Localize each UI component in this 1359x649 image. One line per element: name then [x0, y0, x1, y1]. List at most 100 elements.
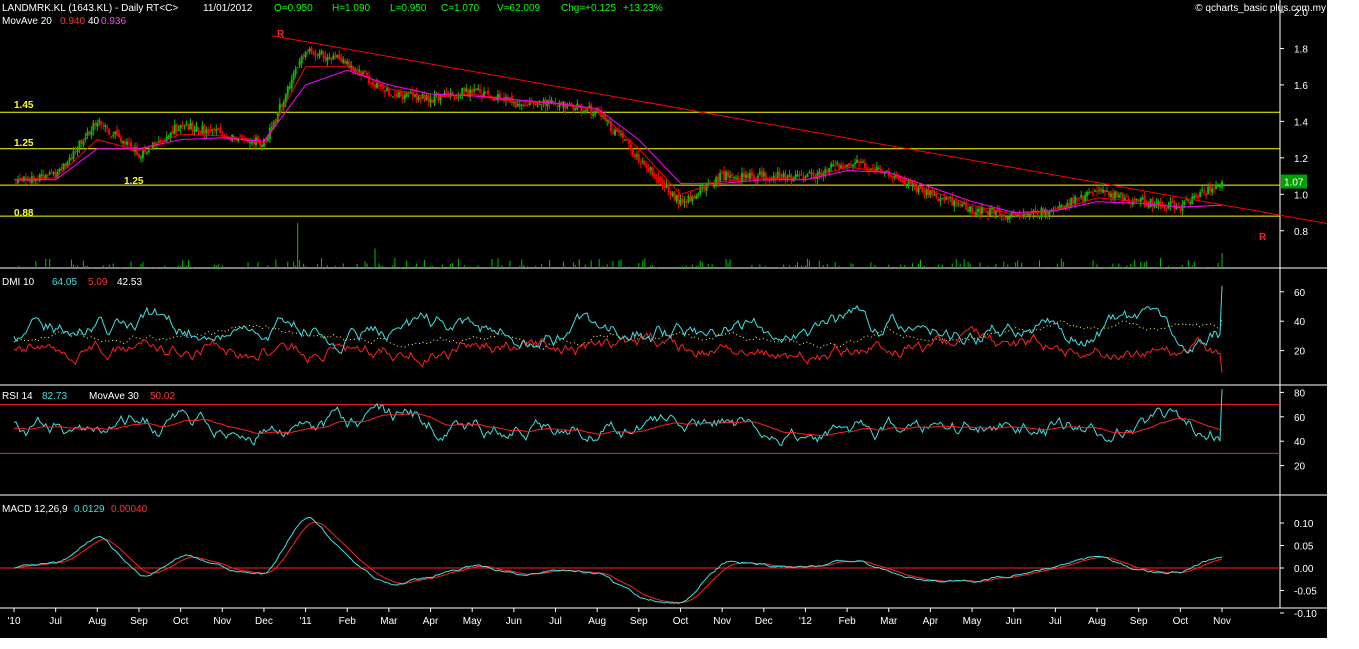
candle-body — [830, 163, 833, 168]
candle-body — [633, 154, 636, 158]
candle-body — [574, 107, 577, 110]
candle-body — [742, 173, 745, 178]
candle-body — [1026, 214, 1029, 216]
x-tick-label: Jul — [49, 616, 62, 627]
candle-body — [514, 101, 517, 108]
ma20-value: 0.940 — [60, 16, 85, 27]
candle-body — [141, 150, 144, 158]
candle-body — [556, 105, 559, 107]
candle-body — [1191, 196, 1194, 204]
candle-body — [139, 156, 142, 159]
candle-body — [1094, 190, 1097, 192]
candle-body — [243, 138, 246, 140]
x-tick-label: '11 — [299, 616, 312, 627]
candle-body — [619, 133, 622, 135]
candle-body — [1080, 195, 1083, 198]
candle-body — [100, 121, 103, 126]
candle-body — [213, 128, 216, 130]
candle-body — [1038, 215, 1041, 217]
header-field: V=62,009 — [497, 3, 541, 14]
candle-body — [169, 132, 172, 138]
candle-body — [92, 123, 95, 131]
candle-body — [657, 176, 660, 181]
dmi-label: DMI 10 — [2, 277, 35, 288]
candle-body — [1044, 209, 1047, 215]
x-tick-label: Nov — [213, 616, 231, 627]
candle-body — [1082, 196, 1085, 202]
candle-body — [496, 94, 499, 101]
candle-body — [1058, 205, 1061, 209]
candle-body — [86, 131, 89, 136]
candle-body — [314, 54, 317, 56]
candle-body — [465, 88, 468, 92]
y-tick-label: 1.8 — [1294, 44, 1308, 55]
candle-body — [358, 69, 361, 72]
candle-body — [288, 86, 291, 89]
candle-body — [120, 137, 123, 143]
candle-body — [94, 123, 97, 126]
candle-body — [62, 163, 65, 169]
candle-body — [473, 89, 476, 92]
candle-body — [215, 129, 218, 132]
candle-body — [629, 144, 632, 150]
candle-body — [110, 136, 113, 138]
candle-body — [205, 129, 208, 134]
level-125-label: 1.25 — [14, 138, 34, 149]
candle-body — [1169, 201, 1172, 206]
candle-body — [173, 124, 176, 134]
candle-body — [286, 86, 289, 96]
candle-body — [1125, 196, 1128, 198]
candle-body — [697, 194, 700, 196]
candle-body — [461, 88, 464, 95]
candle-body — [859, 160, 862, 163]
candle-body — [804, 176, 807, 179]
candle-body — [913, 185, 916, 187]
candle-body — [592, 114, 595, 116]
x-tick-label: Jul — [1049, 616, 1062, 627]
x-tick-label: Feb — [339, 616, 357, 627]
candle-body — [748, 173, 751, 180]
candle-body — [1078, 197, 1081, 199]
candle-body — [584, 110, 587, 113]
candle-body — [532, 102, 535, 105]
y-tick-label: 1.4 — [1294, 117, 1308, 128]
candle-body — [679, 199, 682, 205]
candle-body — [199, 131, 202, 133]
candle-body — [693, 196, 696, 198]
candle-body — [919, 187, 922, 189]
y-tick-label: 1.2 — [1294, 154, 1308, 165]
candle-body — [971, 206, 974, 214]
candle-body — [320, 50, 323, 54]
candle-body — [375, 82, 378, 88]
candle-body — [387, 88, 390, 96]
candle-body — [28, 180, 31, 183]
candle-body — [992, 207, 995, 214]
candle-body — [869, 168, 872, 170]
candle-body — [112, 135, 115, 137]
candle-body — [171, 130, 174, 135]
candle-body — [659, 178, 662, 182]
header-field: LANDMRK.KL (1643.KL) - Daily RT<C> — [2, 3, 178, 14]
candle-body — [800, 174, 803, 176]
candle-body — [149, 148, 152, 150]
candle-body — [88, 131, 91, 134]
candle-body — [203, 125, 206, 135]
candle-body — [750, 172, 753, 177]
candle-body — [677, 193, 680, 204]
dmi-minus-line — [13, 325, 1223, 373]
candle-body — [1016, 214, 1019, 217]
candle-body — [328, 57, 331, 59]
candle-body — [528, 100, 531, 106]
candle-body — [495, 99, 498, 101]
stock-chart-svg: 2.01.81.61.41.21.00.81.071.451.251.250.8… — [0, 0, 1327, 627]
x-tick-label: Feb — [838, 616, 856, 627]
x-tick-label: Oct — [1173, 616, 1189, 627]
candle-body — [280, 104, 283, 107]
candle-body — [965, 202, 968, 211]
candle-body — [986, 211, 989, 217]
candle-body — [752, 174, 755, 179]
candle-body — [302, 54, 305, 58]
candle-body — [973, 212, 976, 214]
candle-body — [826, 170, 829, 172]
candle-body — [977, 208, 980, 212]
